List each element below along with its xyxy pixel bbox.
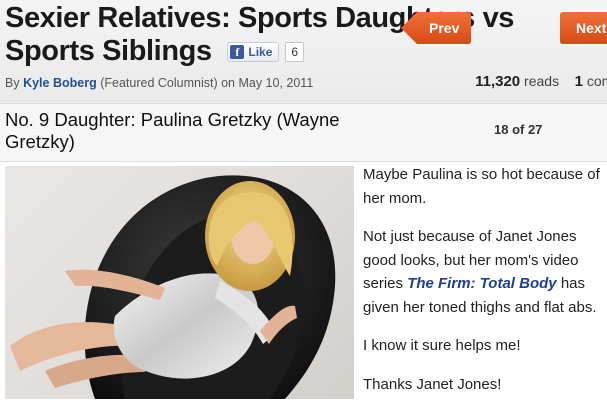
- article-title: Sexier Relatives: Sports Daughters vs Sp…: [5, 2, 605, 68]
- facebook-like-button[interactable]: f Like: [227, 42, 280, 63]
- photo-illustration: [10, 175, 336, 399]
- comments-label[interactable]: comm: [587, 73, 607, 89]
- author-link[interactable]: Kyle Boberg: [23, 76, 97, 90]
- slide-photo: [5, 166, 354, 399]
- video-series-link[interactable]: The Firm: Total Body: [407, 275, 556, 292]
- slide-counter: 18 of 27: [494, 122, 543, 137]
- reads-label: reads: [524, 73, 560, 89]
- body-paragraph-3: I know it sure helps me!: [363, 337, 521, 354]
- facebook-like-widget: f Like 6: [227, 42, 305, 63]
- facebook-like-label: Like: [248, 44, 273, 59]
- byline-prefix: By: [5, 76, 20, 90]
- byline-suffix: (Featured Columnist) on May 10, 2011: [100, 76, 314, 90]
- slide-title: No. 9 Daughter: Paulina Gretzky (Wayne G…: [5, 109, 340, 152]
- next-label: Next: [576, 20, 607, 36]
- reads-count: 11,320: [475, 73, 521, 90]
- body-paragraph-4: Thanks Janet Jones!: [363, 375, 502, 393]
- facebook-like-count: 6: [285, 42, 305, 63]
- body-paragraph-1: Maybe Paulina is so hot because of her m…: [363, 166, 600, 207]
- next-button[interactable]: Next: [560, 12, 607, 44]
- article-stats: 11,320 reads 1 comm: [475, 73, 607, 90]
- body-paragraph-2: Not just because of Janet Jones good loo…: [363, 225, 603, 319]
- article-header: Sexier Relatives: Sports Daughters vs Sp…: [0, 0, 607, 103]
- prev-button[interactable]: Prev: [401, 12, 471, 44]
- slide-body: Maybe Paulina is so hot because of her m…: [363, 163, 603, 411]
- byline: By Kyle Boberg (Featured Columnist) on M…: [5, 76, 313, 90]
- prev-label: Prev: [429, 20, 460, 36]
- facebook-icon: f: [230, 45, 245, 60]
- comments-count: 1: [574, 73, 583, 90]
